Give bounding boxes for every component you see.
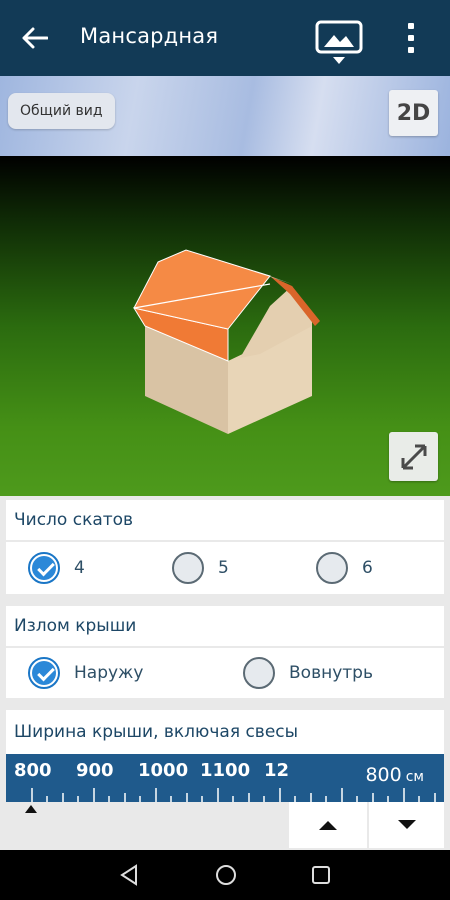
arrow-up-icon [319,821,337,830]
increase-button[interactable] [289,802,367,848]
radio-unchecked-icon [243,657,275,689]
house-3d-model [132,249,320,434]
slopes-header: Число скатов [14,510,134,530]
ruler-label: 900 [76,760,114,781]
mode-2d-button[interactable]: 2D [389,90,438,136]
nav-home-icon[interactable] [214,863,238,887]
decrease-button[interactable] [369,802,444,848]
ruler-label: 1000 [138,760,189,781]
expand-diagonal-icon [401,444,426,469]
width-value: 800 см [365,764,424,786]
break-options: Наружу Вовнутрь [6,648,444,698]
ruler-pointer-icon [25,805,37,813]
break-option-outward[interactable]: Наружу [28,657,143,689]
break-header: Излом крыши [14,616,137,636]
break-header-panel: Излом крыши [6,606,444,646]
width-header: Ширина крыши, включая свесы [14,722,299,742]
radio-checked-icon [28,552,60,584]
radio-unchecked-icon [172,552,204,584]
slopes-option-5[interactable]: 5 [172,552,229,584]
3d-viewport[interactable]: Общий вид 2D [0,76,450,496]
back-arrow-icon[interactable] [18,22,52,54]
general-view-chip[interactable]: Общий вид [8,93,115,129]
ruler-label: 1100 [200,760,251,781]
radio-checked-icon [28,657,60,689]
slopes-header-panel: Число скатов [6,500,444,540]
overflow-menu-icon[interactable] [400,20,422,56]
system-nav-bar [0,850,450,900]
width-header-panel: Ширина крыши, включая свесы [6,710,444,754]
slopes-options: 4 5 6 [6,542,444,594]
slopes-option-6[interactable]: 6 [316,552,373,584]
ruler-label: 800 [14,760,52,781]
radio-unchecked-icon [316,552,348,584]
slopes-option-4[interactable]: 4 [28,552,85,584]
nav-recents-icon[interactable] [309,863,333,887]
ruler-ticks [31,788,436,802]
width-ruler[interactable]: 800 900 1000 1100 12 800 см [6,754,444,802]
screen-title: Мансардная [80,24,219,48]
ruler-controls [0,802,450,848]
app-bar: Мансардная [0,0,450,76]
view-selector-button[interactable] [313,18,367,70]
ruler-label: 12 [264,760,290,781]
nav-back-icon[interactable] [117,863,141,887]
expand-fullscreen-button[interactable] [389,432,438,481]
arrow-down-icon [397,820,416,829]
break-option-inward[interactable]: Вовнутрь [243,657,373,689]
